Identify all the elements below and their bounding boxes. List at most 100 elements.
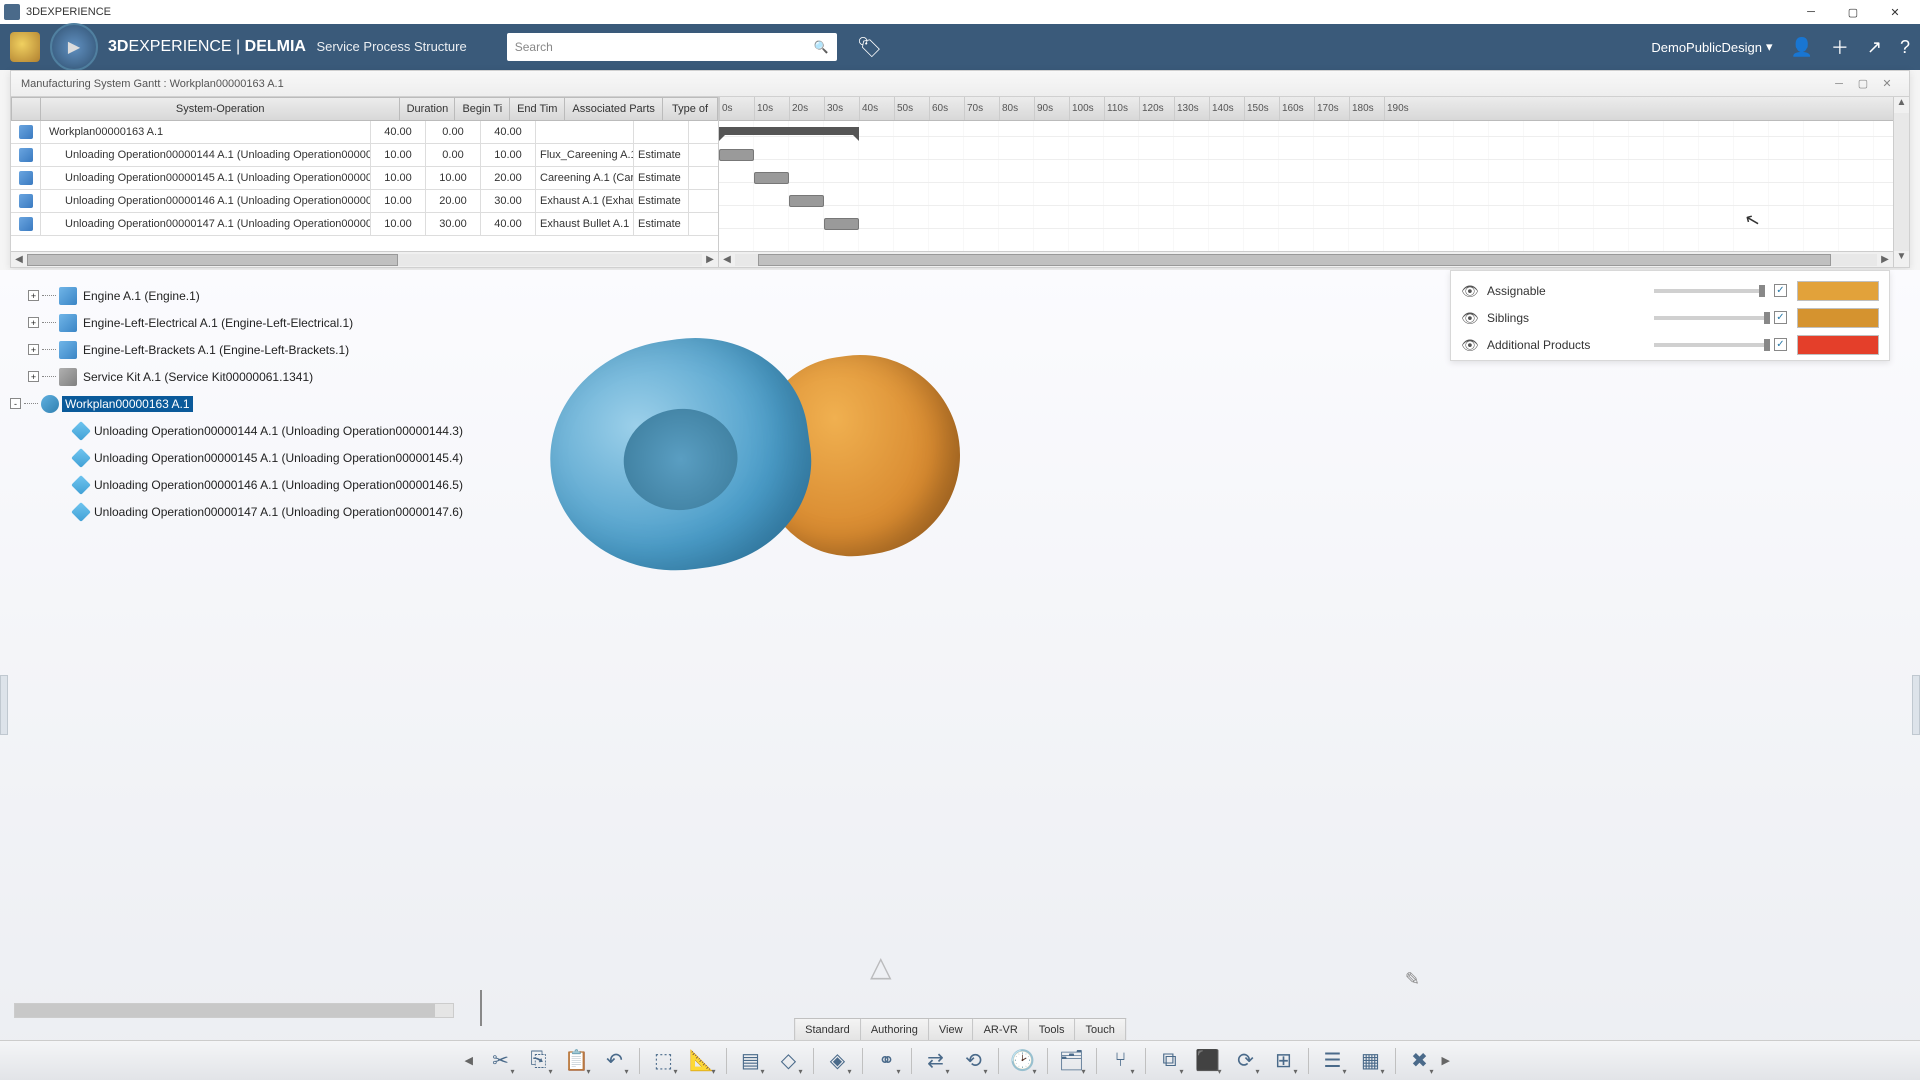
annotation-icon[interactable]: ✎ — [1405, 969, 1420, 990]
eye-icon[interactable]: 👁 — [1461, 310, 1477, 326]
expand-toggle[interactable]: + — [28, 344, 39, 355]
3d-viewport[interactable]: ✎ ↖ — [500, 270, 1920, 1000]
eye-icon[interactable]: 👁 — [1461, 283, 1477, 299]
compass-icon[interactable] — [50, 23, 98, 71]
measure-button[interactable]: 📐 — [686, 1045, 718, 1077]
compare-button[interactable]: ⧉ — [1154, 1045, 1186, 1077]
user-dropdown[interactable]: DemoPublicDesign▾ — [1651, 39, 1772, 55]
list-button[interactable]: ☰ — [1317, 1045, 1349, 1077]
cube-plus-button[interactable]: ⊞ — [1268, 1045, 1300, 1077]
opacity-slider[interactable] — [1654, 289, 1764, 293]
layers-button[interactable]: ▤ — [735, 1045, 767, 1077]
grid-button[interactable]: ▦ — [1355, 1045, 1387, 1077]
link-button[interactable]: ⚭ — [871, 1045, 903, 1077]
gantt-left-hscroll[interactable]: ◀ ▶ — [11, 251, 718, 267]
expand-toggle[interactable]: - — [10, 398, 21, 409]
opacity-slider[interactable] — [1654, 316, 1764, 320]
tab-touch[interactable]: Touch — [1075, 1018, 1125, 1040]
opacity-slider[interactable] — [1654, 343, 1764, 347]
gantt-summary-bar[interactable] — [719, 127, 859, 135]
add-icon[interactable]: ＋ — [1831, 34, 1849, 60]
color-swatch[interactable] — [1797, 335, 1879, 355]
ds-logo[interactable] — [10, 32, 40, 62]
spec-tree[interactable]: +Engine A.1 (Engine.1)+Engine-Left-Elect… — [10, 282, 510, 525]
gantt-vscroll[interactable]: ▲▼ — [1893, 97, 1909, 267]
box3d-button[interactable]: ⬛ — [1192, 1045, 1224, 1077]
hierarchy-button[interactable]: ⑂ — [1105, 1045, 1137, 1077]
paste-button[interactable]: 📋 — [561, 1045, 593, 1077]
tab-authoring[interactable]: Authoring — [861, 1018, 929, 1040]
gantt-row[interactable]: Workplan00000163 A.1 40.00 0.00 40.00 — [11, 121, 718, 144]
gantt-row[interactable]: Unloading Operation00000144 A.1 (Unloadi… — [11, 144, 718, 167]
color-swatch[interactable] — [1797, 308, 1879, 328]
gantt-timeline[interactable]: 0s10s20s30s40s50s60s70s80s90s100s110s120… — [719, 97, 1909, 267]
share-icon[interactable]: ↗ — [1867, 37, 1882, 58]
tree-node[interactable]: +Engine-Left-Brackets A.1 (Engine-Left-B… — [10, 336, 510, 363]
cut-button[interactable]: ✂ — [485, 1045, 517, 1077]
engine-front-part[interactable] — [535, 323, 824, 587]
col-parts[interactable]: Associated Parts — [565, 97, 663, 121]
tree-node[interactable]: Unloading Operation00000144 A.1 (Unloadi… — [10, 417, 510, 444]
cube-button[interactable]: ⬚ — [648, 1045, 680, 1077]
visibility-checkbox[interactable]: ✓ — [1774, 338, 1787, 351]
undo-button[interactable]: ↶ — [599, 1045, 631, 1077]
gantt-task-bar[interactable] — [719, 149, 754, 161]
tree-node[interactable]: +Engine-Left-Electrical A.1 (Engine-Left… — [10, 309, 510, 336]
gantt-row[interactable]: Unloading Operation00000145 A.1 (Unloadi… — [11, 167, 718, 190]
gantt-minimize[interactable]: ─ — [1827, 78, 1851, 90]
gantt-row[interactable]: Unloading Operation00000146 A.1 (Unloadi… — [11, 190, 718, 213]
visibility-checkbox[interactable]: ✓ — [1774, 311, 1787, 324]
toolbar-scroll-left[interactable]: ◀ — [465, 1054, 479, 1067]
minimize-button[interactable]: ─ — [1790, 0, 1832, 24]
tree-node[interactable]: Unloading Operation00000147 A.1 (Unloadi… — [10, 498, 510, 525]
tab-ar-vr[interactable]: AR-VR — [974, 1018, 1029, 1040]
tree-node[interactable]: Unloading Operation00000145 A.1 (Unloadi… — [10, 444, 510, 471]
eye-icon[interactable]: 👁 — [1461, 337, 1477, 353]
tree-node[interactable]: +Service Kit A.1 (Service Kit00000061.13… — [10, 363, 510, 390]
toolbar-scroll-right[interactable]: ▶ — [1442, 1054, 1456, 1067]
close-button[interactable]: ✕ — [1874, 0, 1916, 24]
tab-tools[interactable]: Tools — [1029, 1018, 1076, 1040]
tree-node[interactable]: Unloading Operation00000146 A.1 (Unloadi… — [10, 471, 510, 498]
eraser-button[interactable]: ◇ — [773, 1045, 805, 1077]
tag-icon[interactable]: 🏷 — [857, 35, 882, 60]
view-compass-icon[interactable] — [870, 950, 920, 990]
gantt-row[interactable]: Unloading Operation00000147 A.1 (Unloadi… — [11, 213, 718, 236]
visibility-checkbox[interactable]: ✓ — [1774, 284, 1787, 297]
left-panel-handle[interactable] — [0, 675, 8, 735]
expand-toggle[interactable]: + — [28, 290, 39, 301]
copy-button[interactable]: ⎘ — [523, 1045, 555, 1077]
cube-rotate-button[interactable]: ⟳ — [1230, 1045, 1262, 1077]
maximize-button[interactable]: ▢ — [1832, 0, 1874, 24]
swap-button[interactable]: ⇄ — [920, 1045, 952, 1077]
engine-model[interactable] — [530, 300, 980, 600]
gantt-right-hscroll[interactable]: ◀ ▶ — [719, 251, 1893, 267]
search-icon[interactable]: 🔍 — [814, 40, 829, 54]
delete-x-button[interactable]: ✖ — [1404, 1045, 1436, 1077]
tree-sync-button[interactable]: 🗂 — [1056, 1045, 1088, 1077]
col-system-operation[interactable]: System-Operation — [41, 97, 400, 121]
tree-hscroll[interactable] — [14, 1003, 454, 1018]
tree-node[interactable]: +Engine A.1 (Engine.1) — [10, 282, 510, 309]
expand-toggle[interactable]: + — [28, 317, 39, 328]
gantt-task-bar[interactable] — [754, 172, 789, 184]
clock-button[interactable]: 🕑 — [1007, 1045, 1039, 1077]
col-end[interactable]: End Tim — [510, 97, 565, 121]
diamond-button[interactable]: ◈ — [822, 1045, 854, 1077]
col-duration[interactable]: Duration — [400, 97, 455, 121]
gantt-task-bar[interactable] — [824, 218, 859, 230]
dna-button[interactable]: ⟲ — [958, 1045, 990, 1077]
search-input[interactable]: Search 🔍 — [507, 33, 837, 61]
gantt-close[interactable]: ✕ — [1875, 77, 1899, 90]
tab-view[interactable]: View — [929, 1018, 974, 1040]
expand-toggle[interactable]: + — [28, 371, 39, 382]
gantt-task-bar[interactable] — [789, 195, 824, 207]
color-swatch[interactable] — [1797, 281, 1879, 301]
tree-node[interactable]: -Workplan00000163 A.1 — [10, 390, 510, 417]
help-icon[interactable]: ? — [1900, 37, 1910, 58]
profile-icon[interactable]: 👤 — [1790, 37, 1812, 58]
col-type[interactable]: Type of — [663, 97, 718, 121]
tab-standard[interactable]: Standard — [794, 1018, 861, 1040]
col-begin[interactable]: Begin Ti — [455, 97, 510, 121]
gantt-maximize[interactable]: ▢ — [1851, 77, 1875, 90]
